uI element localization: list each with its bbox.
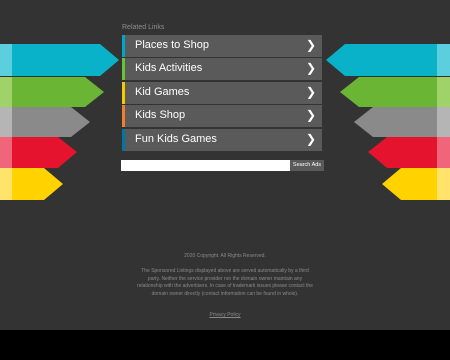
related-link-kids-activities[interactable]: Kids Activities ❯: [122, 58, 322, 81]
link-accent-bar: [122, 35, 125, 57]
chevron-right-icon: ❯: [305, 108, 316, 123]
related-link-label: Kid Games: [135, 85, 190, 98]
chevron-right-icon: ❯: [305, 38, 316, 52]
privacy-policy-link[interactable]: Privacy Policy: [0, 312, 450, 318]
related-links-heading: Related Links: [122, 24, 165, 31]
related-link-fun-kids-games[interactable]: Fun Kids Games ❯: [122, 128, 322, 151]
search-ads-button[interactable]: Search Ads: [290, 160, 324, 171]
link-accent-bar: [122, 58, 125, 81]
right-arrow-cyan: [326, 44, 450, 76]
right-arrow-green: [340, 77, 450, 107]
related-link-places-to-shop[interactable]: Places to Shop ❯: [122, 35, 322, 57]
related-links-list: Places to Shop ❯ Kids Activities ❯ Kid G…: [122, 35, 322, 152]
related-link-kids-shop[interactable]: Kids Shop ❯: [122, 105, 322, 128]
related-link-kid-games[interactable]: Kid Games ❯: [122, 81, 322, 104]
link-accent-bar: [122, 128, 125, 151]
related-link-label: Kids Shop: [135, 109, 186, 122]
chevron-right-icon: ❯: [305, 61, 316, 76]
right-arrow-gray: [354, 107, 450, 137]
chevron-right-icon: ❯: [305, 84, 316, 99]
search-input[interactable]: [121, 160, 291, 171]
footer-bar: [0, 330, 450, 360]
related-link-label: Fun Kids Games: [135, 132, 217, 145]
left-arrow-cyan: [0, 44, 119, 76]
disclaimer-text: The Sponsored Listings displayed above a…: [137, 268, 313, 297]
related-link-label: Kids Activities: [135, 62, 203, 75]
link-accent-bar: [122, 81, 125, 104]
chevron-right-icon: ❯: [305, 131, 316, 146]
related-link-label: Places to Shop: [135, 39, 209, 51]
link-accent-bar: [122, 105, 125, 128]
left-arrow-gray: [0, 107, 90, 137]
left-arrow-green: [0, 77, 104, 107]
copyright-text: 2020 Copyright. All Rights Reserved.: [184, 253, 266, 259]
